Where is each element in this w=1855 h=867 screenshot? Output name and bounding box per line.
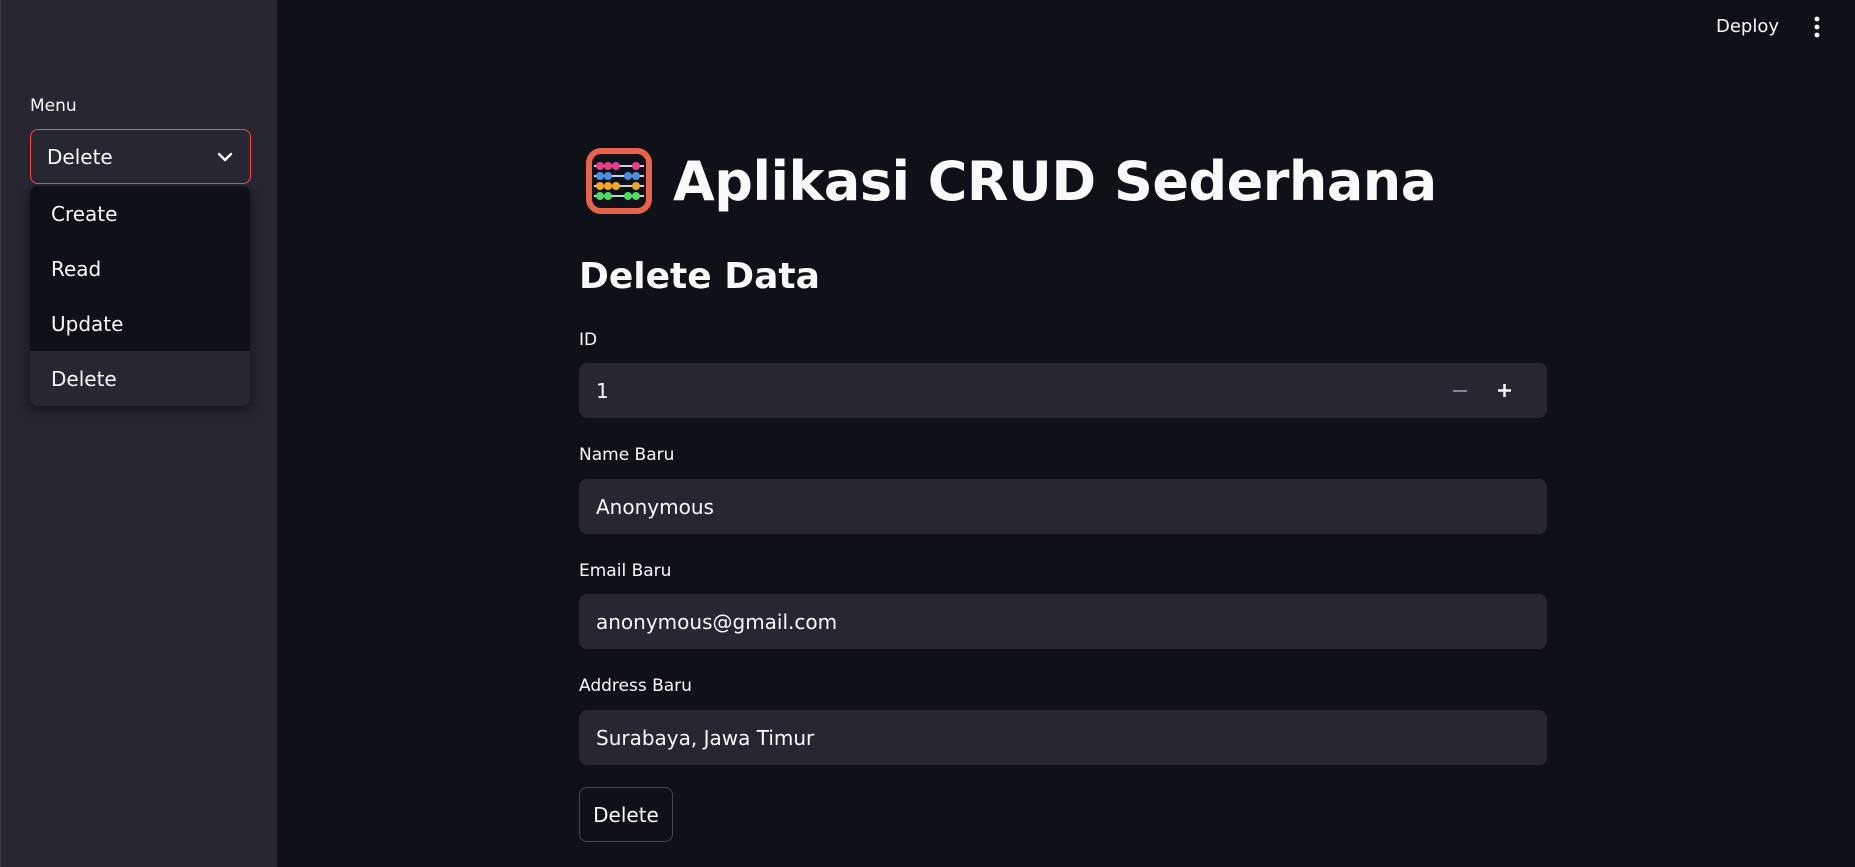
menu-dropdown: Create Read Update Delete — [30, 186, 250, 406]
email-label: Email Baru — [579, 561, 672, 581]
deploy-button[interactable]: Deploy — [1716, 12, 1779, 42]
decrement-icon[interactable] — [1438, 363, 1482, 418]
chevron-down-icon — [216, 148, 234, 166]
menu-option-update[interactable]: Update — [30, 296, 250, 351]
id-value: 1 — [596, 378, 609, 403]
app-root: Menu Delete Create Read Update Delete De… — [0, 0, 1855, 867]
menu-option-delete[interactable]: Delete — [30, 351, 250, 406]
title-row: Aplikasi CRUD Sederhana — [586, 146, 1437, 216]
menu-select[interactable]: Delete — [30, 129, 251, 184]
more-options-icon[interactable] — [1806, 14, 1828, 40]
delete-button[interactable]: Delete — [579, 787, 673, 842]
increment-icon[interactable] — [1482, 363, 1526, 418]
name-label: Name Baru — [579, 445, 675, 465]
abacus-icon — [586, 148, 652, 214]
section-title: Delete Data — [579, 256, 820, 297]
menu-label: Menu — [30, 96, 77, 116]
id-label: ID — [579, 330, 598, 350]
email-input[interactable]: anonymous@gmail.com — [579, 594, 1547, 649]
menu-select-value: Delete — [47, 144, 113, 169]
name-input[interactable]: Anonymous — [579, 479, 1547, 534]
sidebar: Menu Delete Create Read Update Delete — [0, 0, 277, 867]
address-input[interactable]: Surabaya, Jawa Timur — [579, 710, 1547, 765]
menu-option-create[interactable]: Create — [30, 186, 250, 241]
page-title: Aplikasi CRUD Sederhana — [673, 149, 1437, 213]
address-label: Address Baru — [579, 676, 692, 696]
menu-option-read[interactable]: Read — [30, 241, 250, 296]
id-number-input[interactable]: 1 — [579, 363, 1547, 418]
